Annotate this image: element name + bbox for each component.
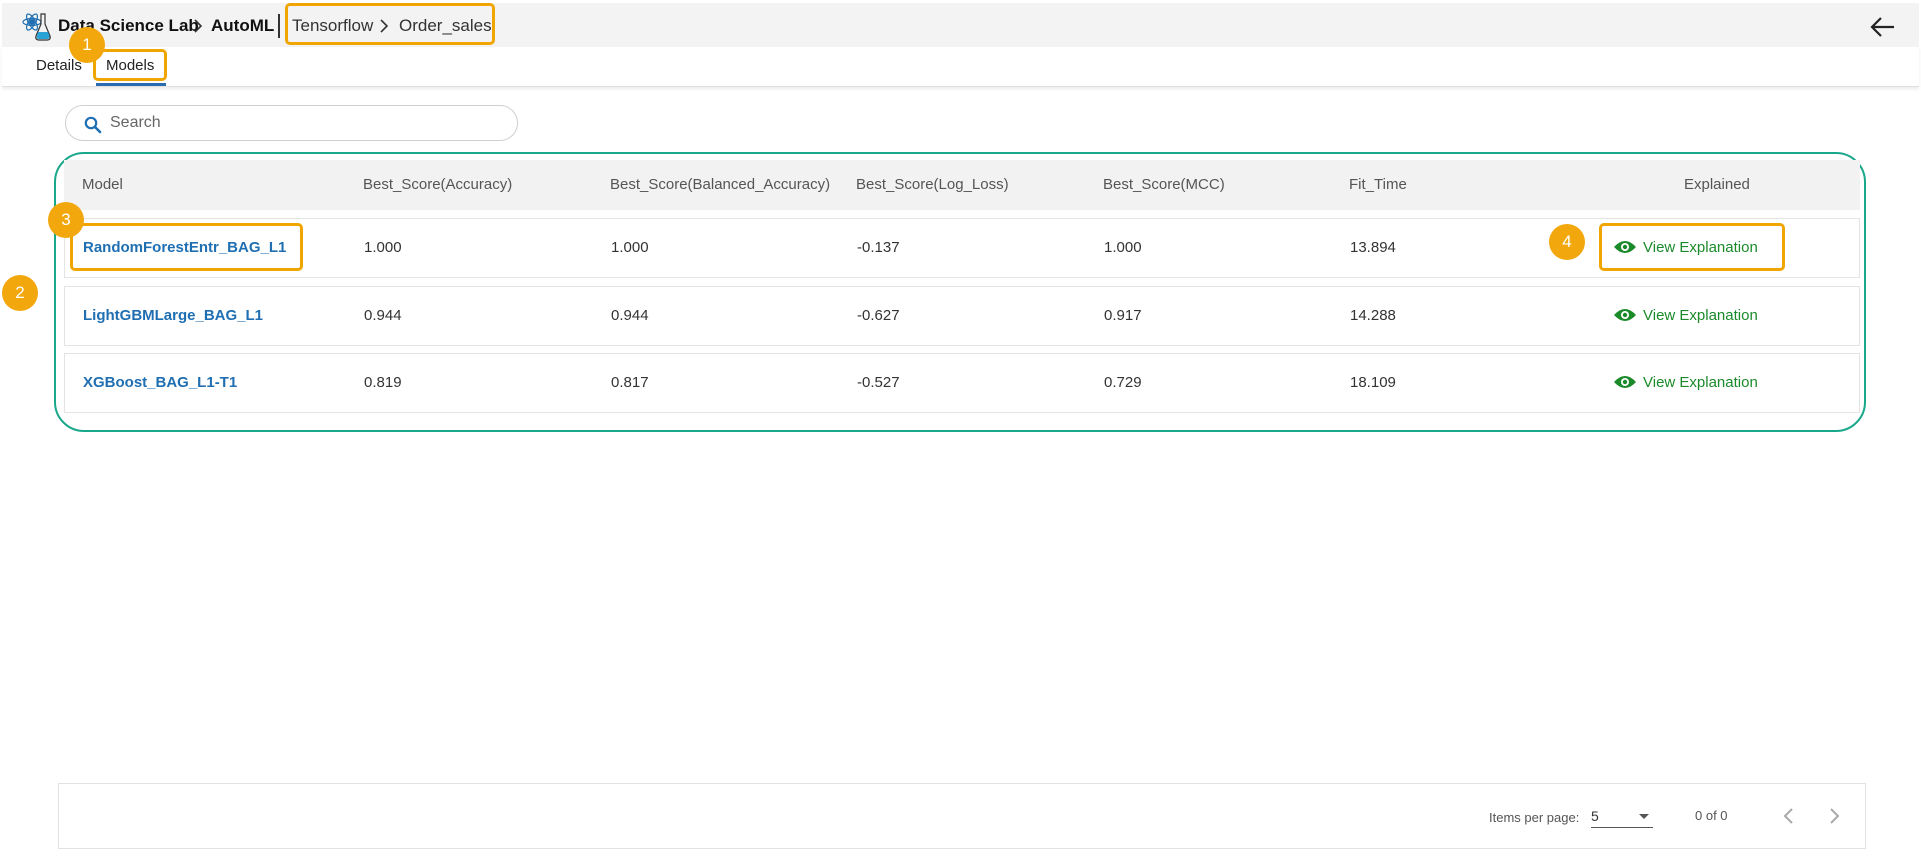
- eye-icon: [1614, 376, 1636, 388]
- view-explanation-label: View Explanation: [1643, 238, 1758, 256]
- items-per-page-value: 5: [1591, 808, 1599, 824]
- view-explanation-label: View Explanation: [1643, 373, 1758, 391]
- search-input[interactable]: [110, 112, 500, 134]
- accuracy-cell: 0.944: [364, 307, 402, 324]
- eye-icon: [1614, 309, 1636, 321]
- view-explanation-label: View Explanation: [1643, 306, 1758, 324]
- balanced-accuracy-cell: 1.000: [611, 239, 649, 256]
- balanced-accuracy-cell: 0.944: [611, 307, 649, 324]
- chevron-right-icon: [194, 19, 203, 33]
- annotation-badge: 3: [48, 202, 84, 238]
- breadcrumb-order-sales: Order_sales: [399, 16, 492, 35]
- annotation-badge: 1: [69, 27, 105, 63]
- tab-models[interactable]: Models: [106, 57, 154, 74]
- view-explanation-button[interactable]: View Explanation: [1613, 370, 1758, 394]
- model-link[interactable]: RandomForestEntr_BAG_L1: [83, 239, 286, 256]
- column-header-explained: Explained: [1684, 176, 1750, 193]
- fit-time-cell: 14.288: [1350, 307, 1396, 324]
- annotation-badge: 4: [1549, 224, 1585, 260]
- table-row: LightGBMLarge_BAG_L1 0.944 0.944 -0.627 …: [64, 286, 1860, 346]
- tab-bar: Details Models: [2, 47, 1919, 87]
- column-header-mcc: Best_Score(MCC): [1103, 176, 1225, 193]
- column-header-accuracy: Best_Score(Accuracy): [363, 176, 513, 193]
- table-row: XGBoost_BAG_L1-T1 0.819 0.817 -0.527 0.7…: [64, 353, 1860, 413]
- accuracy-cell: 0.819: [364, 374, 402, 391]
- breadcrumb-automl[interactable]: AutoML: [211, 15, 274, 37]
- items-per-page-label: Items per page:: [1489, 810, 1580, 825]
- column-header-model: Model: [82, 176, 123, 193]
- model-link[interactable]: LightGBMLarge_BAG_L1: [83, 307, 263, 324]
- fit-time-cell: 18.109: [1350, 374, 1396, 391]
- top-bar: Data Science Lab AutoML Tensorflow Order…: [2, 3, 1919, 47]
- column-header-log-loss: Best_Score(Log_Loss): [856, 176, 1009, 193]
- tab-details[interactable]: Details: [36, 57, 82, 74]
- chevron-right-icon[interactable]: [1824, 804, 1844, 828]
- chevron-left-icon[interactable]: [1779, 804, 1799, 828]
- search-icon: [84, 116, 102, 134]
- items-per-page-select[interactable]: 5: [1591, 804, 1653, 828]
- table-header: Model Best_Score(Accuracy) Best_Score(Ba…: [64, 160, 1860, 210]
- annotation-badge: 2: [2, 275, 38, 311]
- mcc-cell: 1.000: [1104, 239, 1142, 256]
- page-range-label: 0 of 0: [1695, 808, 1728, 823]
- column-header-balanced-accuracy: Best_Score(Balanced_Accuracy): [610, 176, 831, 193]
- breadcrumb-tensorflow[interactable]: Tensorflow: [292, 15, 373, 37]
- mcc-cell: 0.729: [1104, 374, 1142, 391]
- view-explanation-button[interactable]: View Explanation: [1613, 303, 1758, 327]
- back-arrow-icon[interactable]: [1870, 16, 1896, 38]
- caret-down-icon: [1639, 814, 1649, 819]
- accuracy-cell: 1.000: [364, 239, 402, 256]
- model-link[interactable]: XGBoost_BAG_L1-T1: [83, 374, 237, 391]
- balanced-accuracy-cell: 0.817: [611, 374, 649, 391]
- tab-active-indicator: [96, 83, 166, 86]
- mcc-cell: 0.917: [1104, 307, 1142, 324]
- fit-time-cell: 13.894: [1350, 239, 1396, 256]
- view-explanation-button[interactable]: View Explanation: [1613, 235, 1758, 259]
- paginator: Items per page: 5 0 of 0: [58, 783, 1866, 849]
- table-row: RandomForestEntr_BAG_L1 1.000 1.000 -0.1…: [64, 218, 1860, 278]
- column-header-fit-time: Fit_Time: [1349, 176, 1407, 193]
- breadcrumb-divider: [278, 14, 280, 38]
- eye-icon: [1614, 241, 1636, 253]
- app-logo-icon: [22, 13, 51, 41]
- log-loss-cell: -0.527: [857, 374, 900, 391]
- log-loss-cell: -0.137: [857, 239, 900, 256]
- log-loss-cell: -0.627: [857, 307, 900, 324]
- chevron-right-icon: [380, 19, 389, 33]
- search-box[interactable]: [65, 105, 518, 141]
